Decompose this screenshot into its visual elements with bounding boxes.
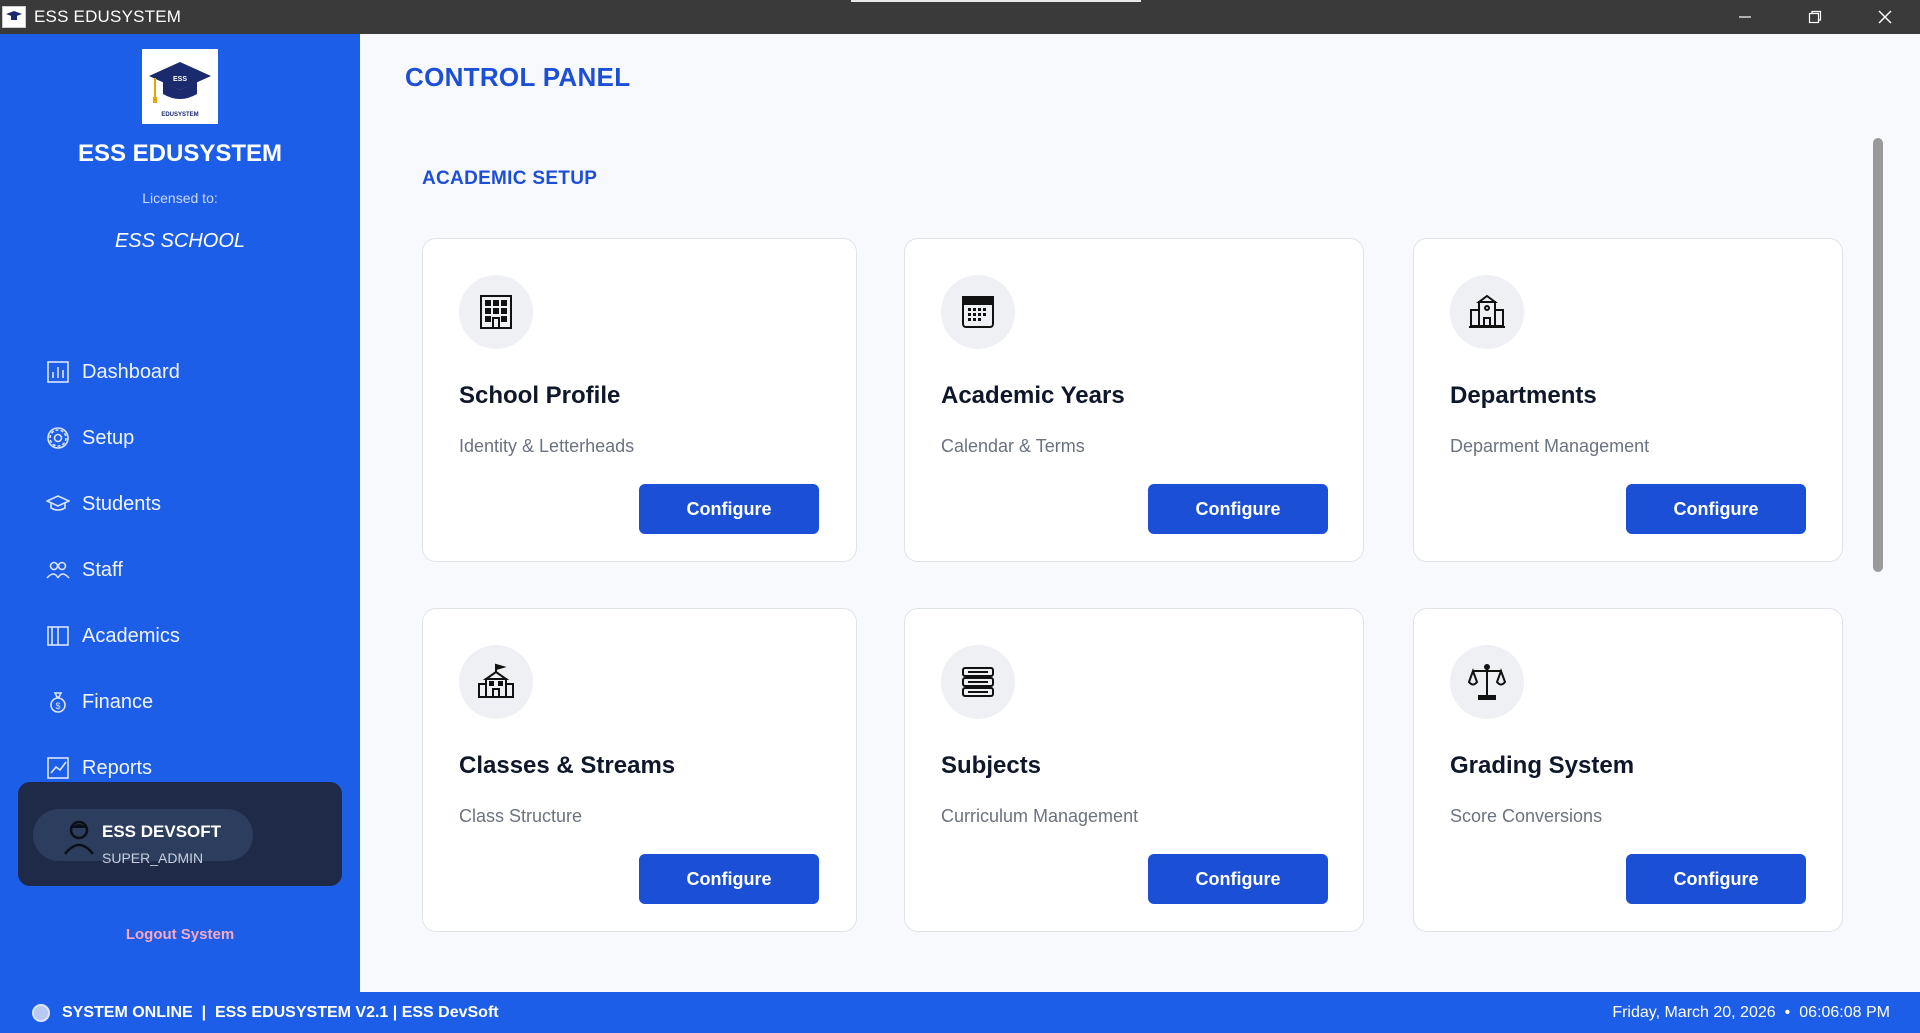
bar-chart-icon xyxy=(47,361,69,383)
status-date: Friday, March 20, 2026 xyxy=(1612,1003,1776,1021)
user-name: ESS DEVSOFT xyxy=(102,822,222,841)
status-separator: • xyxy=(1784,1003,1791,1021)
sidebar-item-setup[interactable]: Setup xyxy=(0,405,360,471)
card-grading-system: Grading System Score Conversions Configu… xyxy=(1413,608,1843,932)
configure-button-departments[interactable]: Configure xyxy=(1626,484,1806,534)
status-bar: SYSTEM ONLINE | ESS EDUSYSTEM V2.1 | ESS… xyxy=(0,992,1920,1033)
close-icon xyxy=(1878,10,1892,24)
brand-logo: ESS EDUSYSTEM xyxy=(142,49,218,124)
sidebar-item-label: Finance xyxy=(82,690,154,713)
sidebar-item-dashboard[interactable]: Dashboard xyxy=(0,339,360,405)
sidebar-item-academics[interactable]: Academics xyxy=(0,603,360,669)
card-departments: Departments Deparment Management Configu… xyxy=(1413,238,1843,562)
page-title: CONTROL PANEL xyxy=(405,62,631,92)
minimize-icon xyxy=(1739,16,1751,18)
online-status-icon xyxy=(32,1003,50,1022)
user-profile-card[interactable]: ESS DEVSOFT SUPER_ADMIN xyxy=(18,782,342,886)
gear-icon xyxy=(47,427,69,449)
status-text: SYSTEM ONLINE | ESS EDUSYSTEM V2.1 | ESS… xyxy=(62,1003,499,1021)
sidebar-item-label: Academics xyxy=(82,624,180,647)
window-titlebar: ESS EDUSYSTEM xyxy=(0,0,1920,34)
sidebar-item-staff[interactable]: Staff xyxy=(0,537,360,603)
book-icon xyxy=(47,626,69,646)
card-icon-circle xyxy=(941,645,1015,719)
card-school-profile: School Profile Identity & Letterheads Co… xyxy=(422,238,857,562)
drag-region[interactable] xyxy=(851,0,1141,2)
scales-icon xyxy=(1467,664,1507,700)
card-subtitle: Score Conversions xyxy=(1450,806,1603,826)
configure-button-grading-system[interactable]: Configure xyxy=(1626,854,1806,904)
card-subtitle: Deparment Management xyxy=(1450,436,1650,456)
configure-button-school-profile[interactable]: Configure xyxy=(639,484,819,534)
minimize-button[interactable] xyxy=(1710,0,1780,34)
logout-button[interactable]: Logout System xyxy=(0,926,360,943)
card-title: School Profile xyxy=(459,382,621,409)
sidebar-nav: Dashboard Setup Students Staff Academics… xyxy=(0,339,360,801)
building-icon xyxy=(480,295,512,329)
card-icon-circle xyxy=(459,275,533,349)
section-title: ACADEMIC SETUP xyxy=(422,168,598,189)
card-icon-circle xyxy=(1450,645,1524,719)
card-subtitle: Class Structure xyxy=(459,806,583,826)
sidebar-item-label: Reports xyxy=(82,756,153,779)
restore-button[interactable] xyxy=(1780,0,1850,34)
card-subjects: Subjects Curriculum Management Configure xyxy=(904,608,1364,932)
main-content: CONTROL PANEL ACADEMIC SETUP School Prof… xyxy=(360,34,1920,992)
calendar-icon xyxy=(962,296,994,328)
sidebar-item-students[interactable]: Students xyxy=(0,471,360,537)
department-building-icon xyxy=(1469,294,1505,328)
status-time: 06:06:08 PM xyxy=(1799,1003,1890,1021)
card-icon-circle xyxy=(941,275,1015,349)
card-subtitle: Identity & Letterheads xyxy=(459,436,635,456)
scrollbar[interactable] xyxy=(1873,138,1883,572)
card-icon-circle xyxy=(459,645,533,719)
sidebar-item-label: Dashboard xyxy=(82,360,180,383)
logo-text: ESS xyxy=(173,76,187,83)
chart-line-icon xyxy=(47,757,69,779)
close-button[interactable] xyxy=(1850,0,1920,34)
card-classes-streams: Classes & Streams Class Structure Config… xyxy=(422,608,857,932)
sidebar-item-label: Students xyxy=(82,492,161,515)
logo-caption: EDUSYSTEM xyxy=(161,112,198,118)
books-icon xyxy=(962,667,994,697)
card-icon-circle xyxy=(1450,275,1524,349)
card-title: Grading System xyxy=(1450,752,1635,779)
licensed-school-name: ESS SCHOOL xyxy=(114,230,246,252)
sidebar: ESS EDUSYSTEM ESS EDUSYSTEM Licensed to:… xyxy=(0,34,360,992)
card-title: Subjects xyxy=(941,752,1042,779)
user-role: SUPER_ADMIN xyxy=(102,850,204,866)
sidebar-item-label: Staff xyxy=(82,558,123,581)
people-icon xyxy=(46,561,70,579)
licensed-label: Licensed to: xyxy=(142,190,218,206)
datetime-display: Friday, March 20, 2026 • 06:06:08 PM xyxy=(1612,992,1890,1033)
app-logo-icon xyxy=(2,6,26,28)
card-subtitle: Calendar & Terms xyxy=(941,436,1085,456)
avatar xyxy=(64,820,94,855)
card-academic-years: Academic Years Calendar & Terms Configur… xyxy=(904,238,1364,562)
svg-text:$: $ xyxy=(55,701,60,711)
brand-name: ESS EDUSYSTEM xyxy=(77,140,283,167)
restore-icon xyxy=(1808,10,1822,24)
window-title: ESS EDUSYSTEM xyxy=(34,7,182,26)
card-subtitle: Curriculum Management xyxy=(941,806,1139,826)
configure-button-subjects[interactable]: Configure xyxy=(1148,854,1328,904)
configure-button-academic-years[interactable]: Configure xyxy=(1148,484,1328,534)
card-title: Classes & Streams xyxy=(459,752,676,779)
card-title: Departments xyxy=(1450,382,1597,409)
money-bag-icon: $ xyxy=(50,692,66,713)
school-icon xyxy=(478,663,514,698)
sidebar-item-label: Setup xyxy=(82,426,135,449)
card-title: Academic Years xyxy=(941,382,1125,409)
sidebar-item-finance[interactable]: $ Finance xyxy=(0,669,360,735)
configure-button-classes-streams[interactable]: Configure xyxy=(639,854,819,904)
graduation-cap-icon xyxy=(46,495,70,511)
